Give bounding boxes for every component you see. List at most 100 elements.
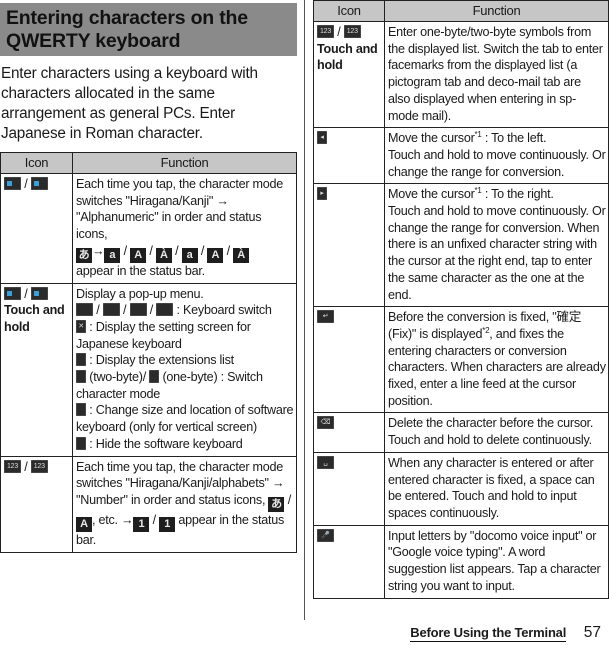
function-cell: Input letters by "docomo voice input" or… bbox=[384, 524, 609, 599]
function-text: : To the left. bbox=[481, 131, 547, 146]
alpha-upper-status-icon: A bbox=[130, 247, 147, 263]
footer-section-title: Before Using the Terminal bbox=[410, 625, 567, 642]
space-icon: ␣ bbox=[317, 455, 334, 469]
table-row: ␣ When any character is entered or after… bbox=[313, 451, 609, 526]
number-full-status-icon: 1 bbox=[159, 516, 176, 532]
intro-paragraph: Enter characters using a keyboard with c… bbox=[1, 65, 258, 142]
table-row: 123 / 123 Each time you tap, the charact… bbox=[0, 455, 297, 553]
icon-cell: / bbox=[0, 173, 73, 284]
icon-function-table-right: Icon Function 123 / 123 Touch and hold E… bbox=[313, 0, 609, 599]
function-text: : Display the extensions list bbox=[89, 353, 234, 368]
settings-tools-icon: ✕ bbox=[76, 319, 86, 333]
header-function: Function bbox=[72, 152, 297, 174]
symbol-number-icon: 123 bbox=[317, 25, 334, 38]
function-cell: When any character is entered or after e… bbox=[384, 451, 609, 526]
left-column: Entering characters on the QWERTY keyboa… bbox=[0, 0, 297, 553]
phone-keyboard-icon bbox=[76, 303, 93, 317]
cursor-left-icon: ◂ bbox=[317, 131, 327, 145]
function-text: : Display the setting screen for Japanes… bbox=[76, 319, 251, 351]
number-mode-icon: 123 bbox=[4, 459, 21, 473]
function-cell: Move the cursor*1 : To the left. Touch a… bbox=[384, 127, 609, 185]
hiragana-status-icon: あ bbox=[268, 496, 285, 512]
page-footer: Before Using the Terminal 57 bbox=[410, 624, 601, 642]
function-cell: Delete the character before the cursor. … bbox=[384, 412, 609, 453]
table-header-row: Icon Function bbox=[0, 152, 297, 174]
icon-cell: ⌫ bbox=[313, 412, 385, 453]
footnote-ref: *1 bbox=[474, 130, 482, 140]
full-keyboard-icon bbox=[129, 303, 147, 317]
symbol-number-alt-icon: 123 bbox=[343, 25, 361, 38]
function-text: : Keyboard switch bbox=[176, 303, 272, 318]
function-cell: Display a pop-up menu. / / / : Keyboard … bbox=[72, 282, 297, 457]
header-function: Function bbox=[384, 0, 609, 22]
function-text: : To the right. bbox=[481, 187, 554, 202]
function-text: appear in the status bar. bbox=[76, 263, 205, 278]
touch-hold-label: Touch and hold bbox=[317, 41, 378, 73]
function-text: Each time you tap, the character mode sw… bbox=[76, 177, 284, 242]
character-mode-icon bbox=[4, 177, 21, 190]
touch-hold-label: Touch and hold bbox=[4, 303, 65, 334]
alpha-status-icon: A bbox=[76, 516, 92, 532]
header-icon: Icon bbox=[0, 152, 73, 174]
table-header-row: Icon Function bbox=[313, 0, 609, 22]
icon-cell: 123 / 123 bbox=[0, 455, 73, 553]
resize-keyboard-icon bbox=[76, 403, 86, 417]
alpha-lower-full-status-icon: a bbox=[181, 247, 198, 263]
icon-cell: 🎤 bbox=[313, 524, 385, 599]
enter-icon: ↵ bbox=[317, 310, 334, 324]
function-text: , etc. bbox=[92, 512, 118, 527]
alpha-lower-status-icon: a bbox=[104, 247, 121, 263]
icon-cell: / Touch and hold bbox=[0, 282, 73, 457]
alpha-caps-status-icon: À bbox=[155, 247, 172, 263]
icon-function-table-left: Icon Function / Each time you tap, the c… bbox=[0, 152, 297, 553]
function-cell: Each time you tap, the character mode sw… bbox=[72, 455, 297, 553]
extensions-icon bbox=[76, 353, 86, 367]
handwriting-keyboard-icon bbox=[156, 303, 174, 317]
function-cell: Each time you tap, the character mode sw… bbox=[72, 173, 297, 284]
icon-cell: 123 / 123 Touch and hold bbox=[313, 20, 385, 129]
function-text: Move the cursor bbox=[388, 131, 475, 146]
table-row: ⌫ Delete the character before the cursor… bbox=[313, 412, 609, 453]
arrow-icon: → bbox=[121, 512, 134, 527]
table-row: / Each time you tap, the character mode … bbox=[0, 173, 297, 284]
table-row: ▸ Move the cursor*1 : To the right. Touc… bbox=[313, 183, 609, 308]
table-row: ◂ Move the cursor*1 : To the left. Touch… bbox=[313, 127, 609, 185]
table-row: 🎤 Input letters by "docomo voice input" … bbox=[313, 524, 609, 599]
character-mode-alt-icon bbox=[30, 177, 48, 190]
function-text: Move the cursor bbox=[388, 187, 475, 202]
voice-input-icon: 🎤 bbox=[317, 528, 334, 542]
section-title: Entering characters on the QWERTY keyboa… bbox=[0, 3, 297, 56]
page-number: 57 bbox=[583, 624, 601, 641]
right-column: Icon Function 123 / 123 Touch and hold E… bbox=[313, 0, 609, 599]
function-text: : Change size and location of software k… bbox=[76, 403, 294, 435]
function-text: : Hide the software keyboard bbox=[89, 436, 243, 451]
function-text: Touch and hold to move continuously. Or … bbox=[388, 204, 606, 302]
function-cell: Move the cursor*1 : To the right. Touch … bbox=[384, 183, 609, 308]
function-text: (two-byte)/ bbox=[89, 370, 146, 385]
two-byte-mode-icon bbox=[76, 370, 86, 384]
character-mode-icon bbox=[4, 286, 21, 300]
icon-cell: ◂ bbox=[313, 127, 385, 185]
number-status-icon: 1 bbox=[133, 516, 150, 532]
alpha-caps-full-status-icon: À bbox=[233, 247, 250, 263]
qwerty-keyboard-icon bbox=[102, 303, 120, 317]
number-mode-alt-icon: 123 bbox=[30, 459, 48, 473]
column-divider bbox=[304, 0, 305, 620]
table-row: / Touch and hold Display a pop-up menu. … bbox=[0, 282, 297, 457]
icon-cell: ↵ bbox=[313, 306, 385, 414]
header-icon: Icon bbox=[313, 0, 385, 22]
table-row: 123 / 123 Touch and hold Enter one-byte/… bbox=[313, 20, 609, 129]
cursor-right-icon: ▸ bbox=[317, 187, 327, 201]
alpha-upper-full-status-icon: A bbox=[207, 247, 224, 263]
table-row: ↵ Before the conversion is fixed, "確定 (F… bbox=[313, 306, 609, 414]
arrow-icon: → bbox=[92, 243, 105, 258]
function-cell: Enter one-byte/two-byte symbols from the… bbox=[384, 20, 609, 129]
function-text: Display a pop-up menu. bbox=[76, 286, 204, 301]
icon-cell: ▸ bbox=[313, 183, 385, 308]
delete-icon: ⌫ bbox=[317, 416, 334, 430]
function-text: Each time you tap, the character mode sw… bbox=[76, 459, 285, 507]
function-cell: Before the conversion is fixed, "確定 (Fix… bbox=[384, 306, 609, 414]
character-mode-alt-icon bbox=[30, 286, 48, 300]
hiragana-status-icon: あ bbox=[76, 247, 92, 263]
function-text: Touch and hold to move continuously. Or … bbox=[388, 147, 606, 179]
